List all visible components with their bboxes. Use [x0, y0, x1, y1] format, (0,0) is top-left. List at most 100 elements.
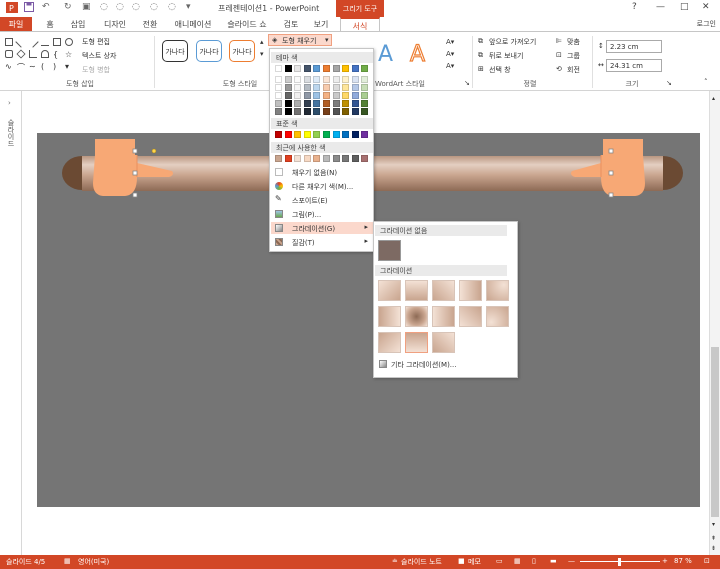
- standard-color-swatch[interactable]: [361, 131, 369, 138]
- theme-color-swatch[interactable]: [351, 84, 359, 91]
- language-indicator[interactable]: 영어(미국): [78, 557, 109, 567]
- theme-color-swatch[interactable]: [303, 100, 311, 107]
- prev-slide-icon[interactable]: ⇞: [711, 535, 716, 542]
- theme-color-swatch[interactable]: [361, 84, 369, 91]
- close-button[interactable]: ✕: [702, 2, 710, 12]
- theme-color-swatch[interactable]: [361, 100, 369, 107]
- theme-color-swatch[interactable]: [294, 100, 302, 107]
- tab-animations[interactable]: 애니메이션: [170, 17, 216, 32]
- theme-color-swatch[interactable]: [351, 100, 359, 107]
- theme-color-swatch[interactable]: [313, 65, 321, 72]
- curve-shape-icon[interactable]: ∿: [5, 62, 13, 71]
- spellcheck-icon[interactable]: ▦: [64, 557, 71, 565]
- dialog-launcher-icon[interactable]: ↘: [464, 79, 470, 87]
- standard-color-swatch[interactable]: [275, 131, 282, 138]
- arrow-shape-icon[interactable]: [41, 38, 49, 46]
- standard-color-swatch[interactable]: [351, 131, 359, 138]
- reading-view-icon[interactable]: ▯: [532, 557, 536, 565]
- theme-color-swatch[interactable]: [332, 65, 340, 72]
- connector-shape-icon[interactable]: [29, 50, 37, 58]
- theme-color-swatch[interactable]: [275, 84, 282, 91]
- restore-button[interactable]: □: [680, 2, 689, 12]
- gradient-variant-swatch[interactable]: [378, 306, 401, 327]
- slide-sorter-icon[interactable]: ▦: [514, 557, 521, 565]
- qa-icon-6[interactable]: ◌: [116, 2, 124, 12]
- standard-color-swatch[interactable]: [332, 131, 340, 138]
- group-button[interactable]: 그룹: [567, 51, 580, 61]
- recent-color-swatch[interactable]: [284, 155, 292, 162]
- theme-color-swatch[interactable]: [342, 108, 350, 115]
- theme-color-swatch[interactable]: [361, 92, 369, 99]
- zoom-level[interactable]: 87 %: [674, 557, 692, 565]
- gradient-variant-swatch[interactable]: [405, 306, 428, 327]
- comments-button[interactable]: 메모: [468, 557, 481, 567]
- theme-color-swatch[interactable]: [323, 108, 330, 115]
- theme-color-swatch[interactable]: [361, 76, 369, 83]
- rounded-rect-shape-icon[interactable]: [5, 50, 13, 58]
- scroll-up-icon[interactable]: ▴: [712, 95, 715, 102]
- freeform-shape-icon[interactable]: ⌒: [17, 62, 25, 72]
- theme-color-swatch[interactable]: [284, 108, 292, 115]
- more-fill-colors-item[interactable]: 다른 채우기 색(M)...: [271, 180, 373, 192]
- qa-icon-7[interactable]: ◌: [132, 2, 140, 12]
- edit-shape-button[interactable]: 도형 편집: [82, 37, 110, 47]
- theme-color-swatch[interactable]: [303, 65, 311, 72]
- text-box-button[interactable]: 텍스트 상자: [82, 51, 116, 61]
- theme-color-swatch[interactable]: [284, 76, 292, 83]
- gradient-variant-swatch[interactable]: [486, 280, 509, 301]
- theme-color-swatch[interactable]: [351, 76, 359, 83]
- merge-shapes-button[interactable]: 도형 병합: [82, 65, 110, 75]
- theme-color-swatch[interactable]: [294, 76, 302, 83]
- vertical-scrollbar[interactable]: ▴ ▾ ⇞ ⇟: [709, 91, 720, 555]
- theme-color-swatch[interactable]: [294, 84, 302, 91]
- wordart-style-1[interactable]: A: [378, 42, 393, 67]
- theme-color-swatch[interactable]: [294, 92, 302, 99]
- theme-color-swatch[interactable]: [313, 100, 321, 107]
- theme-color-swatch[interactable]: [275, 92, 282, 99]
- brace-shape-icon[interactable]: {: [53, 50, 61, 59]
- theme-color-swatch[interactable]: [332, 76, 340, 83]
- text-fill-icon[interactable]: A▾: [446, 38, 454, 46]
- tab-insert[interactable]: 삽입: [64, 17, 92, 32]
- rotate-button[interactable]: 회전: [567, 65, 580, 75]
- theme-color-swatch[interactable]: [303, 108, 311, 115]
- slides-pane-label[interactable]: 슬라이드: [6, 119, 16, 147]
- theme-color-swatch[interactable]: [323, 100, 330, 107]
- recent-color-swatch[interactable]: [323, 155, 330, 162]
- tab-view[interactable]: 보기: [308, 17, 334, 32]
- expand-pane-icon[interactable]: ›: [8, 99, 11, 107]
- theme-color-swatch[interactable]: [342, 92, 350, 99]
- gradient-variant-swatch[interactable]: [405, 332, 428, 353]
- theme-color-swatch[interactable]: [275, 65, 282, 72]
- theme-color-swatch[interactable]: [342, 76, 350, 83]
- wordart-style-2[interactable]: A: [409, 41, 425, 67]
- zoom-in-icon[interactable]: +: [662, 557, 668, 565]
- qa-icon-8[interactable]: ◌: [150, 2, 158, 12]
- tab-home[interactable]: 홈: [40, 17, 60, 32]
- theme-color-swatch[interactable]: [313, 108, 321, 115]
- customize-qa-icon[interactable]: ▾: [186, 2, 191, 12]
- recent-color-swatch[interactable]: [342, 155, 350, 162]
- theme-color-swatch[interactable]: [275, 100, 282, 107]
- theme-color-swatch[interactable]: [303, 84, 311, 91]
- standard-color-swatch[interactable]: [284, 131, 292, 138]
- styles-scroll-icon[interactable]: ▾: [260, 50, 264, 58]
- standard-color-swatch[interactable]: [294, 131, 302, 138]
- minimize-button[interactable]: —: [656, 2, 665, 12]
- no-gradient-swatch[interactable]: [378, 240, 401, 261]
- gradient-fill-item[interactable]: 그라데이션(G) ▸: [271, 222, 373, 234]
- height-input[interactable]: 2.23 cm: [606, 40, 662, 53]
- gradient-variant-swatch[interactable]: [459, 306, 482, 327]
- redo-icon[interactable]: ↻: [64, 2, 72, 12]
- theme-color-swatch[interactable]: [342, 100, 350, 107]
- more-shapes-icon[interactable]: ▾: [65, 62, 73, 71]
- recent-color-swatch[interactable]: [361, 155, 369, 162]
- gradient-variant-swatch[interactable]: [432, 306, 455, 327]
- theme-color-swatch[interactable]: [313, 84, 321, 91]
- theme-color-swatch[interactable]: [284, 100, 292, 107]
- line-shape-icon[interactable]: [15, 36, 27, 48]
- gradient-variant-swatch[interactable]: [486, 306, 509, 327]
- texture-fill-item[interactable]: 질감(T) ▸: [271, 236, 373, 248]
- theme-color-swatch[interactable]: [313, 76, 321, 83]
- from-beginning-icon[interactable]: ▣: [82, 2, 91, 12]
